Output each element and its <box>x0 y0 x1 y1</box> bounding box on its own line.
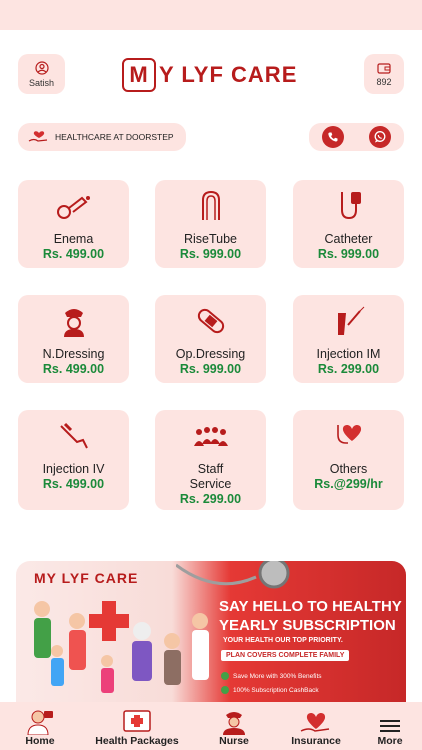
service-card-enema[interactable]: Enema Rs. 499.00 <box>18 180 129 268</box>
user-icon <box>34 60 49 75</box>
app-logo: M Y LYF CARE <box>122 58 297 92</box>
contact-buttons <box>309 123 404 151</box>
nav-nurse[interactable]: Nurse <box>212 702 256 750</box>
logo-text: Y LYF CARE <box>159 62 298 87</box>
service-card-op-dressing[interactable]: Op.Dressing Rs. 999.00 <box>155 295 266 383</box>
nav-health-packages[interactable]: Health Packages <box>92 702 182 750</box>
tube-icon <box>193 188 229 224</box>
phone-icon <box>328 132 338 142</box>
nav-more[interactable]: More <box>370 702 410 750</box>
nav-label: Nurse <box>219 735 249 747</box>
doorstep-label: HEALTHCARE AT DOORSTEP <box>55 132 174 142</box>
user-profile-button[interactable]: Satish <box>18 54 65 94</box>
banner-logo: MY LYF CARE <box>34 570 139 586</box>
whatsapp-button[interactable] <box>369 126 392 148</box>
banner-plan-badge: PLAN COVERS COMPLETE FAMILY <box>221 650 350 661</box>
service-title: Injection IM <box>316 347 381 361</box>
headline-line-2: YEARLY SUBSCRIPTION <box>219 617 396 634</box>
service-card-injection-iv[interactable]: Injection IV Rs. 499.00 <box>18 410 129 510</box>
nav-label: Insurance <box>291 735 341 747</box>
service-price: Rs. 299.00 <box>179 492 242 506</box>
enema-icon <box>56 188 92 224</box>
service-price: Rs. 499.00 <box>42 477 105 491</box>
check-icon <box>221 686 229 694</box>
bandage-icon <box>193 303 229 339</box>
nav-insurance[interactable]: Insurance <box>286 702 346 750</box>
banner-tagline: YOUR HEALTH OUR TOP PRIORITY. <box>223 637 343 644</box>
service-price: Rs. 299.00 <box>317 362 380 376</box>
catheter-icon <box>331 188 367 224</box>
service-price: Rs. 499.00 <box>42 247 105 261</box>
service-card-others[interactable]: Others Rs.@299/hr <box>293 410 404 510</box>
service-card-n-dressing[interactable]: N.Dressing Rs. 499.00 <box>18 295 129 383</box>
heart-stethoscope-icon <box>331 418 367 454</box>
service-card-catheter[interactable]: Catheter Rs. 999.00 <box>293 180 404 268</box>
injection-icon <box>331 303 367 339</box>
check-icon <box>221 672 229 680</box>
subscription-banner[interactable]: MY LYF CARE SAY HELLO TO HEALTHY YEARLY S… <box>16 561 406 711</box>
service-title: Injection IV <box>42 462 105 476</box>
service-price: Rs. 499.00 <box>42 362 105 376</box>
service-title: RiseTube <box>183 232 238 246</box>
bottom-navigation: Home Health Packages Nurse Insurance Mor… <box>0 702 422 750</box>
stethoscope-icon <box>176 561 290 589</box>
nav-label: More <box>377 735 403 747</box>
phone-call-button[interactable] <box>321 126 344 148</box>
banner-benefit: Save More with 300% Benefits <box>221 672 322 680</box>
menu-icon <box>380 720 400 732</box>
top-strip <box>0 0 422 30</box>
wallet-balance: 892 <box>376 76 392 87</box>
nav-home[interactable]: Home <box>18 702 62 750</box>
nurse-dressing-icon <box>56 303 92 339</box>
wallet-icon <box>377 62 391 74</box>
service-title: Staff Service <box>189 462 232 491</box>
service-price: Rs.@299/hr <box>314 477 383 491</box>
nav-label: Health Packages <box>95 735 179 747</box>
nav-label: Home <box>25 735 55 747</box>
service-price: Rs. 999.00 <box>317 247 380 261</box>
staff-icon <box>193 418 229 454</box>
service-title: N.Dressing <box>42 347 105 361</box>
service-card-risetube[interactable]: RiseTube Rs. 999.00 <box>155 180 266 268</box>
user-name: Satish <box>28 77 54 88</box>
banner-benefit: 100% Subscription CashBack <box>221 686 319 694</box>
service-price: Rs. 999.00 <box>179 362 242 376</box>
doctor-icon <box>27 710 53 735</box>
heart-hand-icon <box>28 131 48 142</box>
insurance-icon <box>300 712 330 732</box>
headline-line-1: SAY HELLO TO HEALTHY <box>219 598 402 615</box>
service-title: Op.Dressing <box>175 347 246 361</box>
benefit-text: Save More with 300% Benefits <box>233 672 322 680</box>
whatsapp-icon <box>374 131 386 143</box>
logo-letter: M <box>129 62 149 87</box>
service-title: Catheter <box>324 232 373 246</box>
benefit-text: 100% Subscription CashBack <box>233 686 319 694</box>
iv-icon <box>56 418 92 454</box>
nurse-icon <box>223 712 245 735</box>
healthcare-doorstep-pill[interactable]: HEALTHCARE AT DOORSTEP <box>18 123 186 151</box>
service-card-injection-im[interactable]: Injection IM Rs. 299.00 <box>293 295 404 383</box>
service-title: Enema <box>53 232 94 246</box>
family-illustration <box>34 601 209 693</box>
packages-icon <box>123 710 151 732</box>
service-price: Rs. 999.00 <box>179 247 242 261</box>
wallet-button[interactable]: 892 <box>364 54 404 94</box>
service-card-staff-service[interactable]: Staff Service Rs. 299.00 <box>155 410 266 510</box>
service-title: Others <box>329 462 368 476</box>
logo-m-box: M <box>122 58 156 92</box>
banner-headline: SAY HELLO TO HEALTHY YEARLY SUBSCRIPTION <box>219 597 402 635</box>
